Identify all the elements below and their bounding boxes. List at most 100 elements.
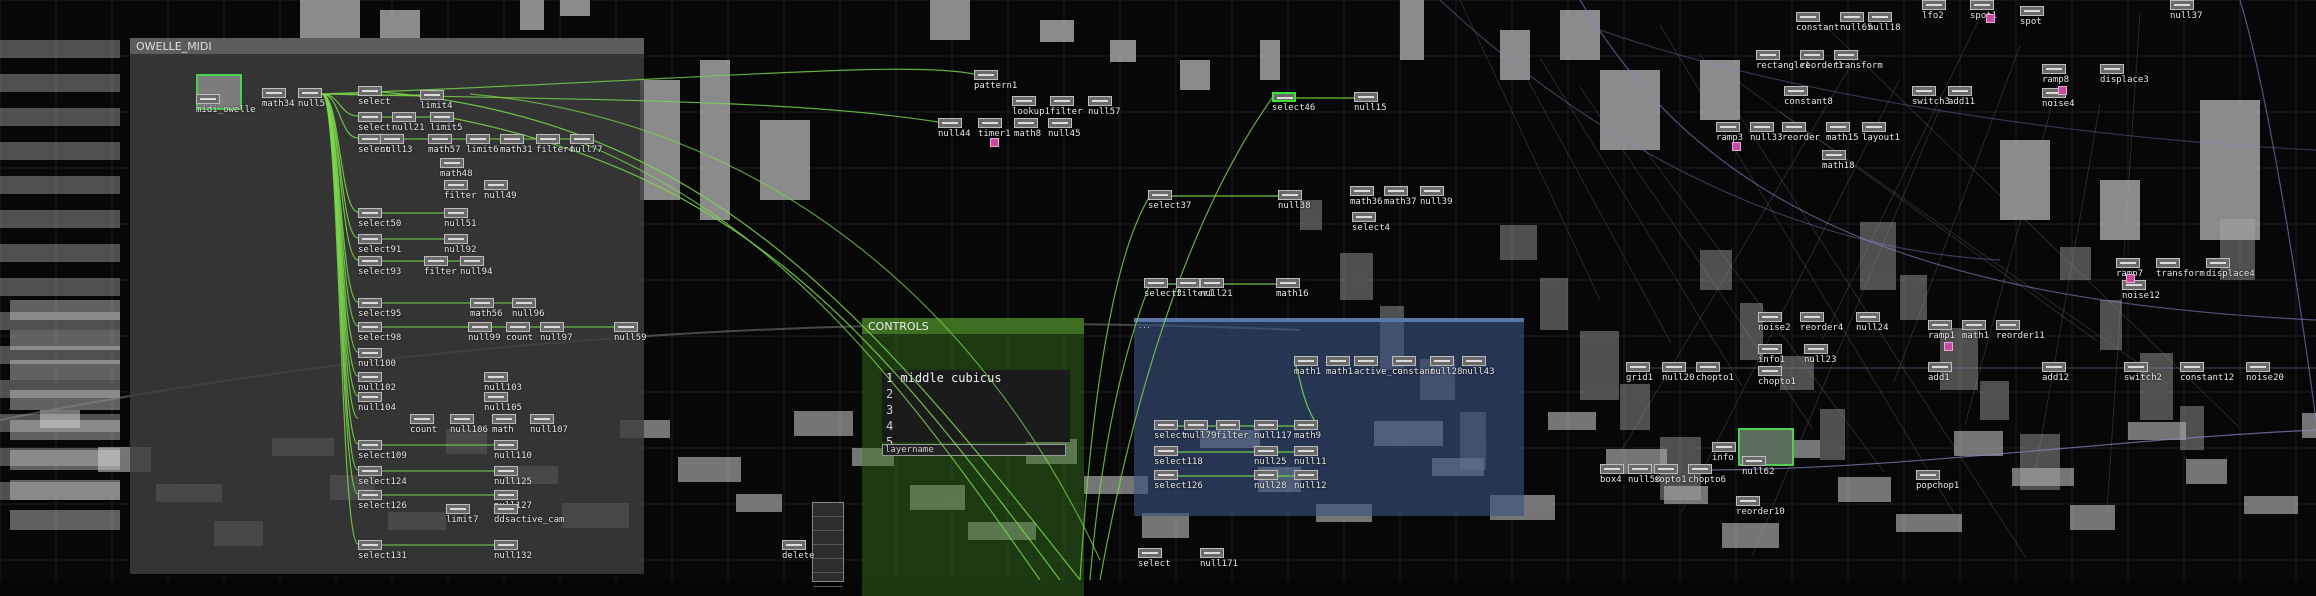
slider-cell[interactable]: [813, 517, 843, 531]
node-tile[interactable]: [450, 414, 474, 424]
node-tile[interactable]: [1294, 356, 1318, 366]
node-tile[interactable]: [1962, 320, 1986, 330]
node-tile[interactable]: [1856, 312, 1880, 322]
node-tile[interactable]: [506, 322, 530, 332]
node-tile[interactable]: [570, 134, 594, 144]
node-tile[interactable]: [1352, 212, 1376, 222]
node-tile[interactable]: [1420, 186, 1444, 196]
flag-icon[interactable]: [1986, 14, 1995, 23]
node-tile[interactable]: [2156, 258, 2180, 268]
node-tile[interactable]: [358, 466, 382, 476]
slider-cell[interactable]: [813, 559, 843, 573]
node-tile[interactable]: [1916, 470, 1940, 480]
node-tile[interactable]: [512, 298, 536, 308]
node-tile[interactable]: [470, 298, 494, 308]
node-tile[interactable]: [1928, 320, 1952, 330]
node-tile[interactable]: [1272, 92, 1296, 102]
node-tile[interactable]: [1354, 92, 1378, 102]
node-tile[interactable]: [614, 322, 638, 332]
node-tile[interactable]: [782, 540, 806, 550]
node-tile[interactable]: [358, 112, 382, 122]
node-tile[interactable]: [1784, 86, 1808, 96]
node-tile[interactable]: [1154, 470, 1178, 480]
controls-container[interactable]: CONTROLS 1 middle cubicus 2 3 4 5 layern…: [862, 318, 1084, 596]
node-tile[interactable]: [358, 490, 382, 500]
node-tile[interactable]: [1216, 420, 1240, 430]
node-tile[interactable]: [974, 70, 998, 80]
node-tile[interactable]: [1756, 50, 1780, 60]
node-tile[interactable]: [2180, 362, 2204, 372]
node-tile[interactable]: [1800, 312, 1824, 322]
node-tile[interactable]: [2100, 64, 2124, 74]
node-tile[interactable]: [1144, 278, 1168, 288]
node-tile[interactable]: [428, 134, 452, 144]
node-tile[interactable]: [1048, 118, 1072, 128]
node-tile[interactable]: [1184, 420, 1208, 430]
flag-icon[interactable]: [1732, 142, 1741, 151]
node-tile[interactable]: [2020, 6, 2044, 16]
node-tile[interactable]: [1970, 0, 1994, 10]
node-tile[interactable]: [358, 256, 382, 266]
node-tile[interactable]: [1200, 278, 1224, 288]
node-tile[interactable]: [1948, 86, 1972, 96]
node-tile[interactable]: [358, 348, 382, 358]
node-tile[interactable]: [1758, 366, 1782, 376]
node-tile[interactable]: [410, 414, 434, 424]
node-tile[interactable]: [1716, 122, 1740, 132]
node-tile[interactable]: [420, 90, 444, 100]
node-tile[interactable]: [1758, 312, 1782, 322]
node-tile[interactable]: [494, 504, 518, 514]
node-tile[interactable]: [1154, 420, 1178, 430]
node-tile[interactable]: [380, 134, 404, 144]
node-tile[interactable]: [358, 208, 382, 218]
node-tile[interactable]: [530, 414, 554, 424]
node-tile[interactable]: [536, 134, 560, 144]
layer-list-item[interactable]: 4: [886, 418, 1066, 434]
node-tile[interactable]: [494, 490, 518, 500]
node-tile[interactable]: [2042, 362, 2066, 372]
node-tile[interactable]: [1826, 122, 1850, 132]
node-tile[interactable]: [1326, 356, 1350, 366]
node-tile[interactable]: [262, 88, 286, 98]
node-tile[interactable]: [424, 256, 448, 266]
node-tile[interactable]: [1088, 96, 1112, 106]
node-tile[interactable]: [1800, 50, 1824, 60]
node-tile[interactable]: [1254, 470, 1278, 480]
node-tile[interactable]: [484, 180, 508, 190]
node-tile[interactable]: [1354, 356, 1378, 366]
node-tile[interactable]: [1840, 12, 1864, 22]
node-tile[interactable]: [1462, 356, 1486, 366]
node-tile[interactable]: [1276, 278, 1300, 288]
node-tile[interactable]: [1254, 420, 1278, 430]
node-tile[interactable]: [1758, 344, 1782, 354]
node-tile[interactable]: [978, 118, 1002, 128]
node-tile[interactable]: [500, 134, 524, 144]
layer-list-item[interactable]: 1 middle cubicus: [886, 370, 1066, 386]
node-tile[interactable]: [1294, 420, 1318, 430]
node-tile[interactable]: [540, 322, 564, 332]
node-tile[interactable]: [446, 504, 470, 514]
node-tile[interactable]: [1154, 446, 1178, 456]
node-tile[interactable]: [1862, 122, 1886, 132]
layername-field[interactable]: layername: [882, 444, 1066, 456]
node-tile[interactable]: [1200, 548, 1224, 558]
node-tile[interactable]: [358, 440, 382, 450]
node-tile[interactable]: [1834, 50, 1858, 60]
node-tile[interactable]: [444, 234, 468, 244]
node-tile[interactable]: [1688, 464, 1712, 474]
node-tile[interactable]: [392, 112, 416, 122]
node-tile[interactable]: [1294, 446, 1318, 456]
node-tile[interactable]: [492, 414, 516, 424]
node-tile[interactable]: [444, 208, 468, 218]
flag-icon[interactable]: [2126, 274, 2135, 283]
node-tile[interactable]: [358, 322, 382, 332]
layer-list[interactable]: 1 middle cubicus 2 3 4 5: [882, 370, 1070, 449]
node-tile[interactable]: [1294, 470, 1318, 480]
node-tile[interactable]: [1600, 464, 1624, 474]
node-tile[interactable]: [460, 256, 484, 266]
slider-cell[interactable]: [813, 503, 843, 517]
slider-cell[interactable]: [813, 531, 843, 545]
node-tile[interactable]: [1912, 86, 1936, 96]
node-tile[interactable]: [358, 540, 382, 550]
node-tile[interactable]: [430, 112, 454, 122]
